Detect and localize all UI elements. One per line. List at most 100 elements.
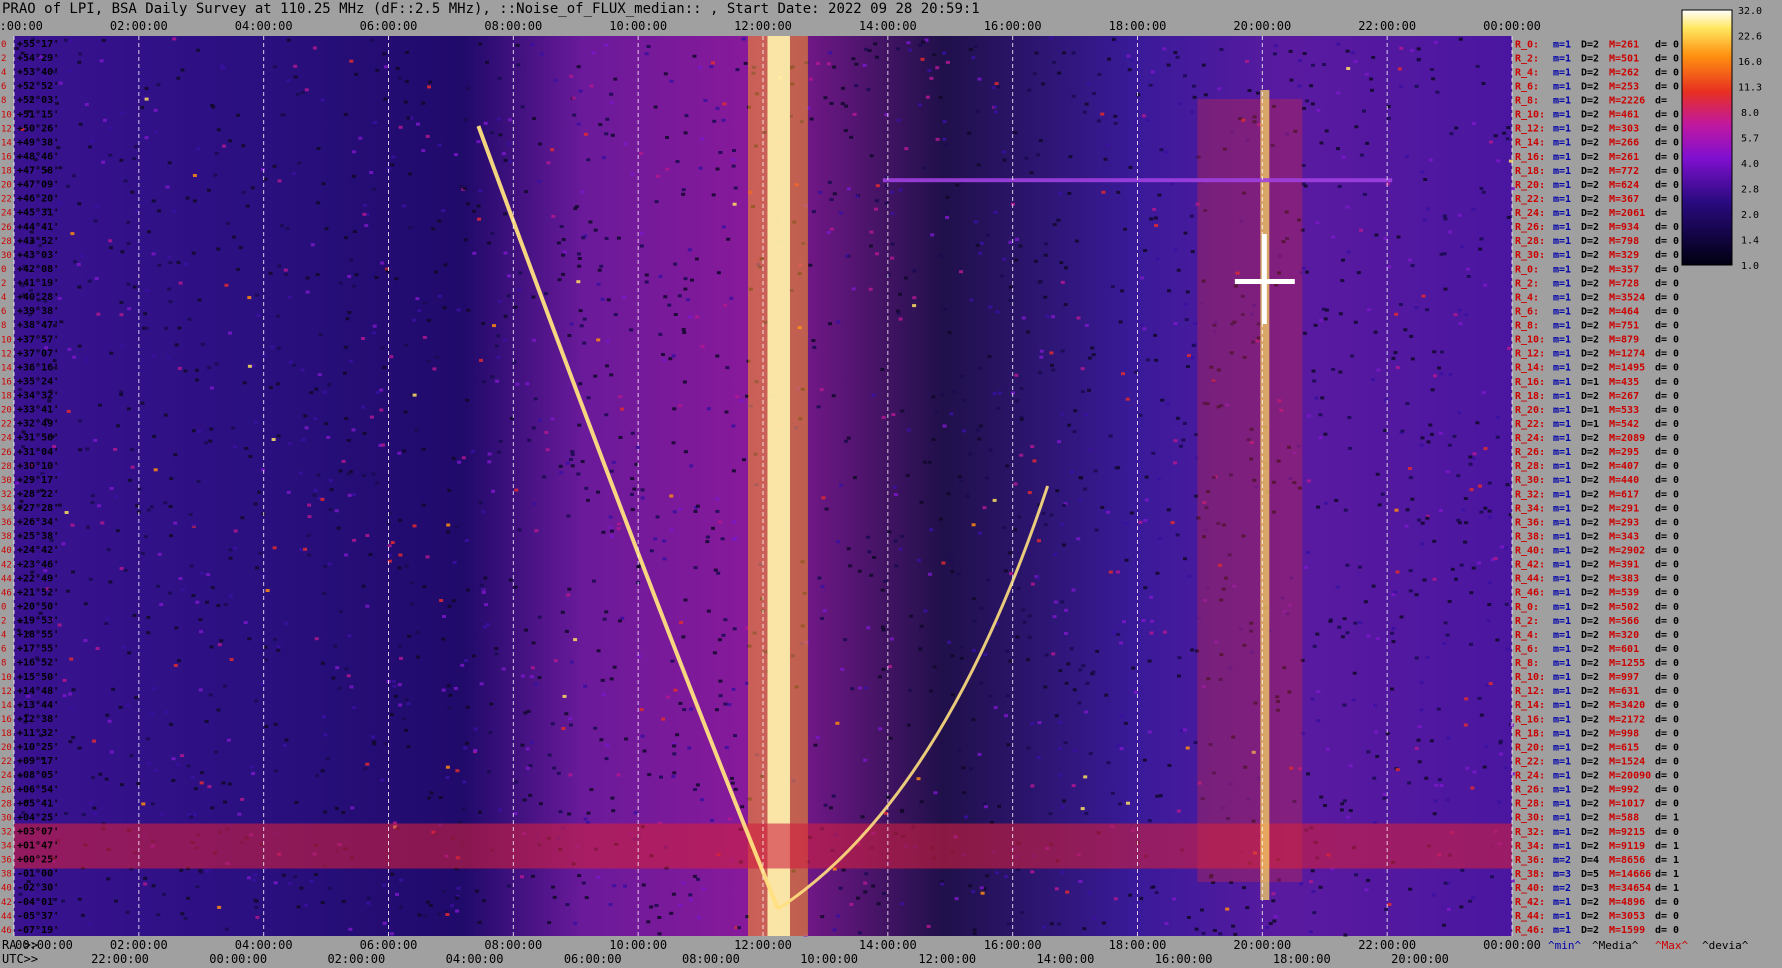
stat-median: D=2 bbox=[1581, 925, 1599, 936]
central-band-core bbox=[767, 36, 790, 936]
stat-row-label: R_12: bbox=[1515, 124, 1545, 135]
stat-dev: d= 0 bbox=[1655, 335, 1679, 346]
stat-median: D=1 bbox=[1581, 377, 1599, 388]
stat-max: M=631 bbox=[1609, 686, 1639, 697]
stat-max: M=343 bbox=[1609, 531, 1639, 542]
stat-min: m=1 bbox=[1553, 222, 1571, 233]
stat-median: D=2 bbox=[1581, 658, 1599, 669]
stat-row-label: R_36: bbox=[1515, 517, 1545, 528]
stat-median: D=2 bbox=[1581, 335, 1599, 346]
row-index-label: 16 bbox=[1, 377, 12, 387]
colorbar-gradient bbox=[1681, 9, 1733, 266]
stat-min: m=1 bbox=[1553, 53, 1571, 64]
stat-median: D=2 bbox=[1581, 222, 1599, 233]
row-index-label: 20 bbox=[1, 181, 12, 191]
declination-label: +52°52' bbox=[17, 81, 59, 92]
declination-label: +42°08' bbox=[17, 264, 59, 275]
row-index-label: 36 bbox=[1, 518, 12, 528]
utc-tick: 12:00:00 bbox=[918, 952, 976, 966]
colorbar-tick: 22.6 bbox=[1738, 32, 1762, 43]
utc-axis-label: UTC>> bbox=[2, 952, 38, 966]
row-index-label: 8 bbox=[1, 659, 6, 669]
stat-min: m=1 bbox=[1553, 180, 1571, 191]
stat-median: D=2 bbox=[1581, 799, 1599, 810]
stat-row-label: R_24: bbox=[1515, 771, 1545, 782]
stat-min: m=1 bbox=[1553, 391, 1571, 402]
ra-tick: 14:00:00 bbox=[859, 938, 917, 952]
stat-min: m=1 bbox=[1553, 728, 1571, 739]
stat-min: m=1 bbox=[1553, 827, 1571, 838]
top-time-tick: 20:00:00 bbox=[1233, 19, 1291, 33]
row-index-label: 14 bbox=[1, 363, 12, 373]
stat-row-label: R_12: bbox=[1515, 349, 1545, 360]
stat-min: m=1 bbox=[1553, 461, 1571, 472]
stat-median: D=2 bbox=[1581, 67, 1599, 78]
stat-row-label: R_42: bbox=[1515, 560, 1545, 571]
stat-median: D=2 bbox=[1581, 771, 1599, 782]
stat-dev: d= 0 bbox=[1655, 194, 1679, 205]
stat-median: D=2 bbox=[1581, 292, 1599, 303]
stat-max: M=461 bbox=[1609, 110, 1639, 121]
stat-max: M=615 bbox=[1609, 742, 1639, 753]
stat-median: D=2 bbox=[1581, 588, 1599, 599]
stat-median: D=2 bbox=[1581, 138, 1599, 149]
stat-row-label: R_40: bbox=[1515, 883, 1545, 894]
stat-max: M=501 bbox=[1609, 53, 1639, 64]
row-index-label: 38 bbox=[1, 870, 12, 880]
top-time-tick: 10:00:00 bbox=[609, 19, 667, 33]
row-index-label: 30 bbox=[1, 476, 12, 486]
declination-label: +14°48' bbox=[17, 686, 59, 697]
row-index-label: 2 bbox=[1, 279, 6, 289]
row-index-label: 4 bbox=[1, 68, 6, 78]
stat-row-label: R_26: bbox=[1515, 222, 1545, 233]
stat-min: m=1 bbox=[1553, 208, 1571, 219]
utc-tick: 02:00:00 bbox=[327, 952, 385, 966]
row-index-label: 38 bbox=[1, 532, 12, 542]
declination-label: +25°38' bbox=[17, 531, 59, 542]
stat-min: m=1 bbox=[1553, 335, 1571, 346]
stat-median: D=2 bbox=[1581, 742, 1599, 753]
stat-min: m=1 bbox=[1553, 306, 1571, 317]
declination-label: +13°44' bbox=[17, 700, 59, 711]
stat-dev: d= 1 bbox=[1655, 841, 1679, 852]
declination-label: +09°17' bbox=[17, 756, 59, 767]
stat-max: M=261 bbox=[1609, 39, 1639, 50]
declination-label: +35°24' bbox=[17, 376, 59, 387]
stat-min: m=1 bbox=[1553, 503, 1571, 514]
stat-row-label: R_44: bbox=[1515, 574, 1545, 585]
stat-median: D=2 bbox=[1581, 278, 1599, 289]
stat-median: D=2 bbox=[1581, 447, 1599, 458]
stat-row-label: R_26: bbox=[1515, 785, 1545, 796]
declination-label: +32°49' bbox=[17, 419, 59, 430]
declination-label: +20°50' bbox=[17, 601, 59, 612]
stat-median: D=1 bbox=[1581, 405, 1599, 416]
declination-label: +45°31' bbox=[17, 208, 59, 219]
stat-median: D=2 bbox=[1581, 686, 1599, 697]
stat-min: m=1 bbox=[1553, 714, 1571, 725]
stat-min: m=1 bbox=[1553, 588, 1571, 599]
row-index-label: 18 bbox=[1, 167, 12, 177]
stat-max: M=624 bbox=[1609, 180, 1639, 191]
stat-dev: d= 0 bbox=[1655, 292, 1679, 303]
stat-min: m=1 bbox=[1553, 489, 1571, 500]
stat-max: M=367 bbox=[1609, 194, 1639, 205]
declination-label: +22°49' bbox=[17, 573, 59, 584]
row-index-label: 22 bbox=[1, 420, 12, 430]
stat-row-label: R_20: bbox=[1515, 405, 1545, 416]
stat-dev: d= 1 bbox=[1655, 855, 1679, 866]
ra-tick: 16:00:00 bbox=[984, 938, 1042, 952]
stat-row-label: R_18: bbox=[1515, 166, 1545, 177]
stat-dev: d= 1 bbox=[1655, 813, 1679, 824]
stat-dev: d= 0 bbox=[1655, 377, 1679, 388]
stat-dev: d= 0 bbox=[1655, 897, 1679, 908]
stat-max: M=440 bbox=[1609, 475, 1639, 486]
colorbar-tick: 1.4 bbox=[1741, 236, 1759, 247]
row-index-label: 26 bbox=[1, 448, 12, 458]
declination-label: +47°09' bbox=[17, 180, 59, 191]
utc-tick: 16:00:00 bbox=[1155, 952, 1213, 966]
stat-median: D=5 bbox=[1581, 869, 1599, 880]
stat-median: D=2 bbox=[1581, 250, 1599, 261]
stat-max: M=601 bbox=[1609, 644, 1639, 655]
stat-max: M=1524 bbox=[1609, 756, 1645, 767]
declination-label: +21°52' bbox=[17, 587, 59, 598]
